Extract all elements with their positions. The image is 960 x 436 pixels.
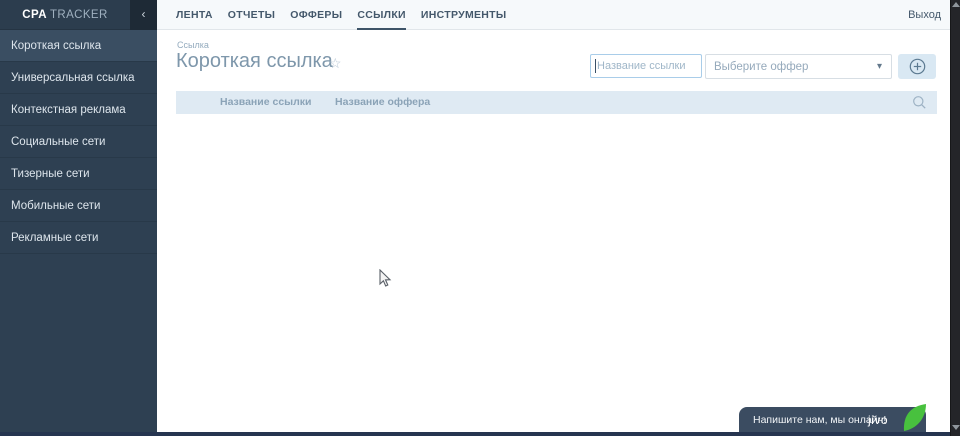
add-link-button[interactable] (898, 54, 936, 79)
sidebar-item-short-link[interactable]: Короткая ссылка (0, 30, 157, 62)
main-content: Ссылка Короткая ссылка ☆ Выберите оффер … (157, 31, 950, 432)
tab-label: ОТЧЕТЫ (227, 9, 276, 21)
tab-label: ИНСТРУМЕНТЫ (420, 9, 507, 21)
tab-reports[interactable]: ОТЧЕТЫ (228, 0, 275, 30)
page-title: Короткая ссылка (176, 50, 333, 72)
sidebar-header: CPA TRACKER ‹ (0, 0, 157, 30)
sidebar-item-label: Короткая ссылка (11, 40, 102, 52)
app-logo: CPA TRACKER (0, 0, 130, 30)
sidebar-collapse-button[interactable]: ‹ (130, 0, 157, 30)
jivo-logo: jivo (867, 413, 888, 427)
sidebar-item-social-nets[interactable]: Социальные сети (0, 126, 157, 158)
top-navigation: ЛЕНТА ОТЧЕТЫ ОФФЕРЫ ССЫЛКИ ИНСТРУМЕНТЫ В… (157, 0, 950, 30)
column-header-link-name: Название ссылки (220, 96, 312, 108)
sidebar-item-label: Рекламные сети (11, 232, 99, 244)
tab-bar: ЛЕНТА ОТЧЕТЫ ОФФЕРЫ ССЫЛКИ ИНСТРУМЕНТЫ (176, 0, 521, 30)
tab-label: ОФФЕРЫ (290, 9, 343, 21)
text-caret (595, 59, 596, 73)
breadcrumb: Ссылка (177, 40, 209, 50)
circled-plus-icon (909, 58, 925, 75)
sidebar-item-label: Тизерные сети (11, 168, 90, 180)
tab-feed[interactable]: ЛЕНТА (176, 0, 213, 30)
scroll-down-arrow-icon[interactable] (952, 425, 960, 430)
sidebar-item-context-ads[interactable]: Контекстная реклама (0, 94, 157, 126)
sidebar: CPA TRACKER ‹ Короткая ссылка Универсальн… (0, 0, 157, 436)
logout-link[interactable]: Выход (908, 0, 941, 30)
search-icon[interactable] (912, 95, 927, 110)
sidebar-item-teaser-nets[interactable]: Тизерные сети (0, 158, 157, 190)
link-name-input[interactable] (590, 54, 702, 78)
table-header-row: Название ссылки Название оффера (176, 91, 937, 114)
chevron-left-icon: ‹ (141, 7, 146, 21)
sidebar-item-mobile-nets[interactable]: Мобильные сети (0, 190, 157, 222)
vertical-scrollbar[interactable] (950, 0, 960, 436)
window-bottom-edge (0, 432, 951, 436)
offer-select[interactable]: Выберите оффер ▾ (705, 54, 892, 79)
offer-select-value: Выберите оффер (714, 61, 809, 73)
column-header-offer-name: Название оффера (335, 96, 431, 108)
sidebar-item-ad-nets[interactable]: Рекламные сети (0, 222, 157, 254)
tab-tools[interactable]: ИНСТРУМЕНТЫ (421, 0, 507, 30)
tab-label: ССЫЛКИ (357, 9, 406, 21)
tab-links[interactable]: ССЫЛКИ (357, 0, 406, 30)
logo-bold: CPA (22, 9, 47, 21)
tab-label: ЛЕНТА (176, 9, 213, 21)
sidebar-item-label: Социальные сети (11, 136, 106, 148)
chevron-down-icon: ▾ (876, 61, 882, 72)
sidebar-item-label: Контекстная реклама (11, 104, 126, 116)
scroll-up-arrow-icon[interactable] (952, 2, 960, 7)
jivo-leaf-icon (903, 404, 926, 431)
logo-rest: TRACKER (49, 9, 108, 21)
sidebar-item-label: Универсальная ссылка (11, 72, 135, 84)
favorite-star-icon[interactable]: ☆ (329, 55, 342, 72)
app-window: CPA TRACKER ‹ Короткая ссылка Универсальн… (0, 0, 960, 436)
sidebar-item-universal-link[interactable]: Универсальная ссылка (0, 62, 157, 94)
sidebar-item-label: Мобильные сети (11, 200, 101, 212)
chat-message: Напишите нам, мы онлайн! (753, 414, 887, 426)
tab-offers[interactable]: ОФФЕРЫ (290, 0, 342, 30)
